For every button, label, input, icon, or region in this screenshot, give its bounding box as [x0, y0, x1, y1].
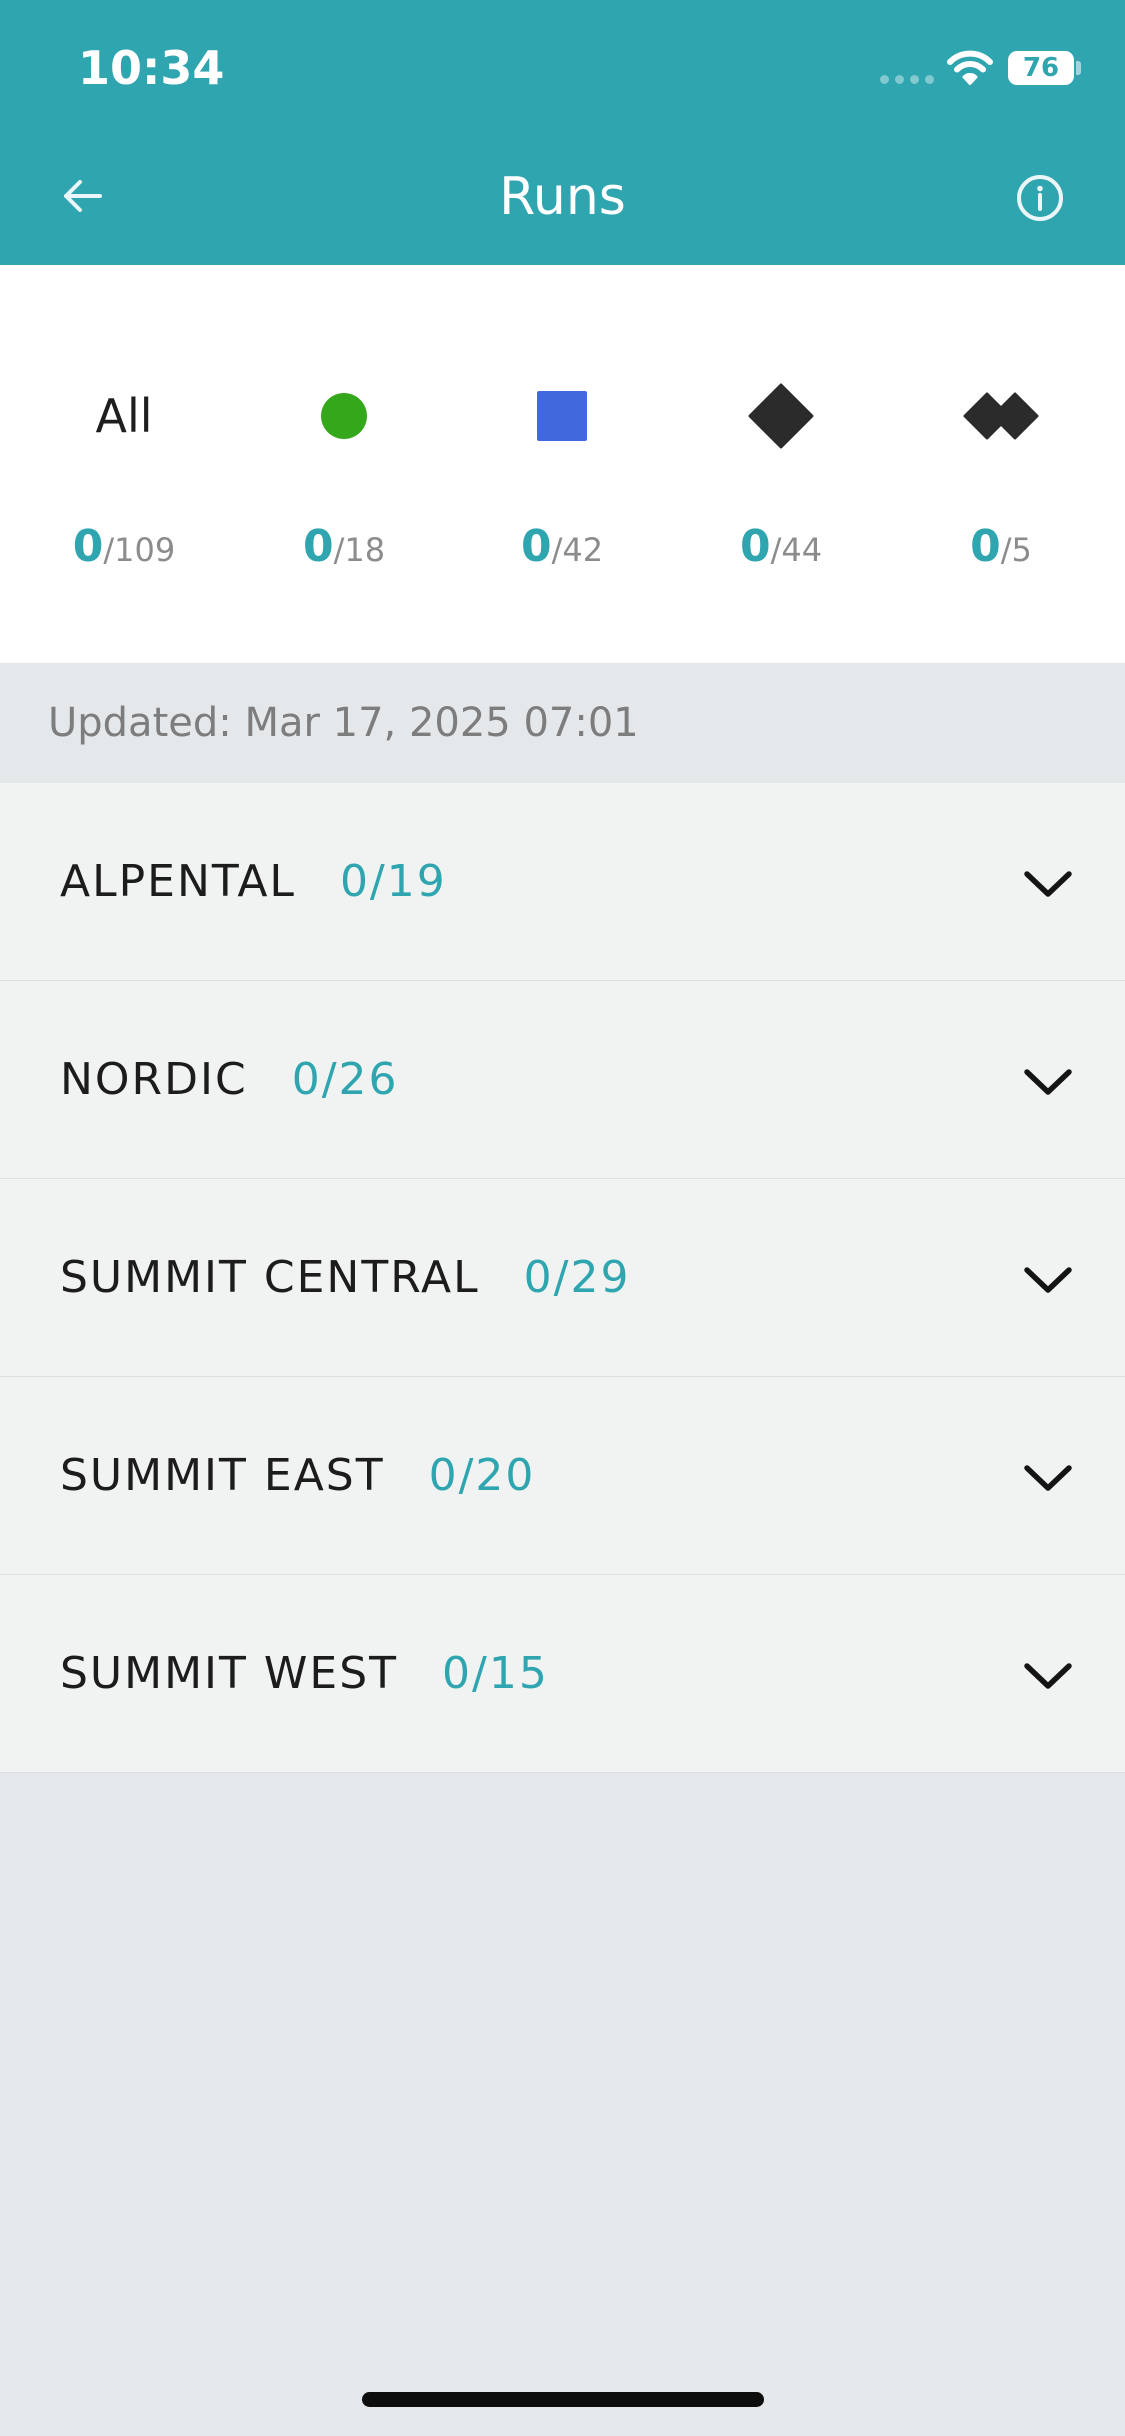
area-name: SUMMIT CENTRAL — [60, 1252, 480, 1303]
completed-count: 0 — [970, 521, 1001, 572]
area-name: ALPENTAL — [60, 856, 296, 907]
difficulty-count: 0/44 — [671, 517, 891, 586]
area-run-count: 0/26 — [291, 1054, 399, 1105]
area-row-summit-central[interactable]: SUMMIT CENTRAL 0/29 — [0, 1179, 1125, 1377]
area-row-summit-east[interactable]: SUMMIT EAST 0/20 — [0, 1377, 1125, 1575]
difficulty-filter-green-circle[interactable]: 0/18 — [234, 265, 454, 663]
battery-tip — [1076, 61, 1081, 75]
double-black-diamond-icon — [963, 392, 1039, 440]
difficulty-filter-all[interactable]: All 0/109 — [14, 265, 234, 663]
difficulty-count: 0/5 — [891, 517, 1111, 586]
back-arrow-icon[interactable] — [50, 164, 114, 228]
area-name: NORDIC — [60, 1054, 248, 1105]
chevron-down-icon[interactable] — [1022, 1453, 1074, 1505]
difficulty-filter-blue-square[interactable]: 0/42 — [452, 265, 672, 663]
battery-icon: 76 — [1008, 51, 1074, 85]
area-row-nordic[interactable]: NORDIC 0/26 — [0, 981, 1125, 1179]
completed-count: 0 — [520, 521, 552, 572]
area-run-count: 0/15 — [442, 1648, 549, 1699]
page-title: Runs — [499, 167, 626, 227]
black-diamond-icon — [748, 383, 814, 449]
difficulty-filter-black-diamond[interactable]: 0/44 — [671, 265, 891, 663]
completed-count: 0 — [302, 521, 334, 572]
difficulty-count: 0/109 — [14, 517, 234, 586]
area-run-count: 0/20 — [428, 1450, 536, 1501]
area-name: SUMMIT WEST — [60, 1648, 399, 1699]
updated-bar: Updated: Mar 17, 2025 07:01 — [0, 663, 1125, 783]
battery-level: 76 — [1022, 53, 1060, 83]
total-count: /109 — [103, 531, 176, 569]
status-time: 10:34 — [78, 41, 225, 95]
info-icon[interactable] — [1012, 170, 1068, 226]
difficulty-count: 0/18 — [234, 517, 454, 586]
chevron-down-icon[interactable] — [1022, 1651, 1074, 1703]
difficulty-filter-double-black-diamond[interactable]: 0/5 — [891, 265, 1111, 663]
total-count: /18 — [333, 531, 386, 569]
updated-timestamp: Updated: Mar 17, 2025 07:01 — [48, 700, 639, 746]
difficulty-summary: All 0/109 0/18 0/42 0/44 0/5 — [0, 265, 1125, 663]
area-list: ALPENTAL 0/19 NORDIC 0/26 SUMMIT CENTRAL 0/… — [0, 783, 1125, 1773]
app-header: 10:34 76 Runs — [0, 0, 1125, 265]
area-name: SUMMIT EAST — [60, 1450, 385, 1501]
all-label: All — [95, 389, 153, 443]
total-count: /5 — [1000, 531, 1032, 569]
wifi-icon — [947, 50, 993, 85]
area-row-summit-west[interactable]: SUMMIT WEST 0/15 — [0, 1575, 1125, 1773]
area-run-count: 0/29 — [523, 1252, 631, 1303]
blue-square-icon — [537, 391, 587, 441]
total-count: /44 — [770, 531, 823, 569]
cellular-signal-icon — [880, 75, 940, 85]
completed-count: 0 — [739, 521, 771, 572]
chevron-down-icon[interactable] — [1022, 1057, 1074, 1109]
completed-count: 0 — [72, 521, 104, 572]
chevron-down-icon[interactable] — [1022, 1255, 1074, 1307]
area-row-alpental[interactable]: ALPENTAL 0/19 — [0, 783, 1125, 981]
home-indicator[interactable] — [362, 2392, 764, 2407]
area-run-count: 0/19 — [339, 856, 447, 907]
chevron-down-icon[interactable] — [1022, 859, 1074, 911]
green-circle-icon — [321, 393, 367, 439]
difficulty-count: 0/42 — [452, 517, 672, 586]
total-count: /42 — [551, 531, 604, 569]
